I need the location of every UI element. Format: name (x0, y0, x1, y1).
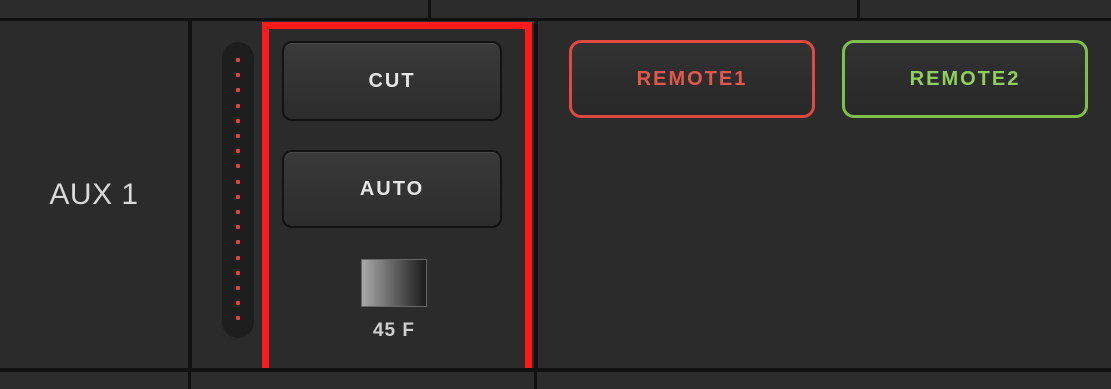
meter-segment (236, 240, 240, 245)
column-divider (188, 372, 191, 389)
auto-button[interactable]: AUTO (282, 150, 502, 228)
column-divider (428, 0, 431, 18)
meter-segment (236, 103, 240, 108)
column-divider (534, 372, 537, 389)
meter-segment (236, 210, 240, 214)
row-divider-transition (534, 21, 538, 368)
transition-duration[interactable]: 45 F (352, 320, 436, 342)
level-meter-icon (222, 42, 254, 338)
row-divider-label (188, 21, 192, 368)
meter-segment (236, 149, 240, 154)
cut-button[interactable]: CUT (282, 41, 502, 121)
meter-segment (236, 88, 240, 93)
bottom-row-strip (0, 372, 1111, 389)
top-row-strip (0, 0, 1111, 21)
meter-segment (236, 301, 240, 306)
source-button-remote1[interactable]: REMOTE1 (569, 40, 815, 118)
meter-segment (236, 58, 240, 62)
meter-segment (236, 179, 240, 184)
meter-segment (236, 164, 240, 169)
meter-segment (236, 286, 240, 290)
aux-label: AUX 1 (49, 177, 139, 211)
meter-segment (236, 270, 240, 275)
meter-segment (236, 255, 240, 260)
source-button-remote2[interactable]: REMOTE2 (842, 40, 1088, 118)
meter-segment (236, 73, 240, 78)
meter-segment (236, 134, 240, 138)
fade-gradient-icon[interactable] (361, 259, 427, 307)
meter-segment (236, 316, 240, 321)
aux-label-cell: AUX 1 (0, 21, 188, 368)
meter-segment (236, 118, 240, 123)
meter-segment (236, 225, 240, 230)
column-divider (857, 0, 860, 18)
meter-segment (236, 194, 240, 199)
